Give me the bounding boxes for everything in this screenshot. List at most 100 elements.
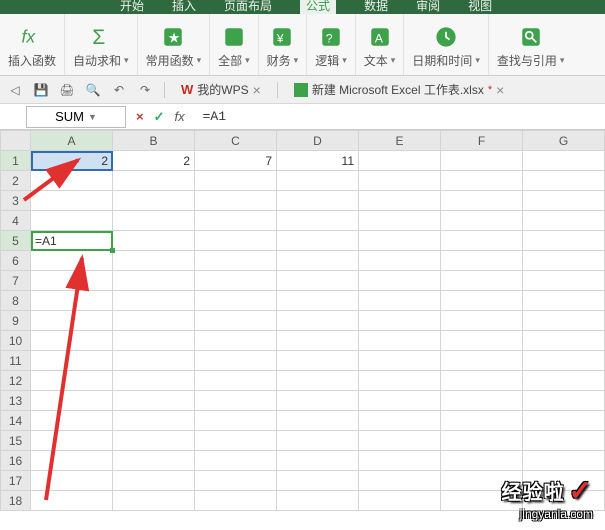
redo-icon[interactable]: ↷ <box>136 81 154 99</box>
row-header[interactable]: 14 <box>1 411 31 431</box>
cell-F14[interactable] <box>441 411 523 431</box>
cell-D12[interactable] <box>277 371 359 391</box>
cell-G5[interactable] <box>523 231 605 251</box>
cell-B17[interactable] <box>113 471 195 491</box>
cell-G2[interactable] <box>523 171 605 191</box>
cell-B14[interactable] <box>113 411 195 431</box>
row-header[interactable]: 3 <box>1 191 31 211</box>
cell-A9[interactable] <box>31 311 113 331</box>
cell-A10[interactable] <box>31 331 113 351</box>
cell-E16[interactable] <box>359 451 441 471</box>
cell-C13[interactable] <box>195 391 277 411</box>
cell-E17[interactable] <box>359 471 441 491</box>
fx-button[interactable]: fx <box>175 109 185 124</box>
cancel-formula-button[interactable]: × <box>136 109 144 124</box>
cell-D16[interactable] <box>277 451 359 471</box>
cell-G8[interactable] <box>523 291 605 311</box>
cell-D11[interactable] <box>277 351 359 371</box>
cell-D13[interactable] <box>277 391 359 411</box>
row-header[interactable]: 6 <box>1 251 31 271</box>
datetime-button[interactable]: 日期和时间 <box>404 14 489 75</box>
cell-B9[interactable] <box>113 311 195 331</box>
cell-A11[interactable] <box>31 351 113 371</box>
name-box[interactable]: SUM ▼ <box>26 106 126 128</box>
cell-D1[interactable]: 11 <box>277 151 359 171</box>
tab-data[interactable]: 数据 <box>364 0 388 14</box>
cell-A12[interactable] <box>31 371 113 391</box>
tab-start[interactable]: 开始 <box>120 0 144 14</box>
cell-A5[interactable]: =A1 <box>31 231 113 251</box>
logical-button[interactable]: ? 逻辑 <box>307 14 356 75</box>
cell-C9[interactable] <box>195 311 277 331</box>
column-header[interactable]: E <box>359 131 441 151</box>
tab-view[interactable]: 视图 <box>468 0 492 14</box>
column-header[interactable]: F <box>441 131 523 151</box>
cell-F12[interactable] <box>441 371 523 391</box>
cell-F13[interactable] <box>441 391 523 411</box>
cell-C4[interactable] <box>195 211 277 231</box>
row-header[interactable]: 2 <box>1 171 31 191</box>
cell-F10[interactable] <box>441 331 523 351</box>
autosum-button[interactable]: Σ 自动求和 <box>65 14 138 75</box>
row-header[interactable]: 5 <box>1 231 31 251</box>
cell-E8[interactable] <box>359 291 441 311</box>
cell-D5[interactable] <box>277 231 359 251</box>
cell-D9[interactable] <box>277 311 359 331</box>
cell-E3[interactable] <box>359 191 441 211</box>
cell-E6[interactable] <box>359 251 441 271</box>
row-header[interactable]: 9 <box>1 311 31 331</box>
cell-D18[interactable] <box>277 491 359 511</box>
cell-E18[interactable] <box>359 491 441 511</box>
cell-B2[interactable] <box>113 171 195 191</box>
cell-D8[interactable] <box>277 291 359 311</box>
cell-B16[interactable] <box>113 451 195 471</box>
cell-F5[interactable] <box>441 231 523 251</box>
cell-E5[interactable] <box>359 231 441 251</box>
cell-A13[interactable] <box>31 391 113 411</box>
cell-F2[interactable] <box>441 171 523 191</box>
cell-A15[interactable] <box>31 431 113 451</box>
row-header[interactable]: 13 <box>1 391 31 411</box>
cell-C2[interactable] <box>195 171 277 191</box>
cell-E1[interactable] <box>359 151 441 171</box>
cell-B18[interactable] <box>113 491 195 511</box>
cell-C15[interactable] <box>195 431 277 451</box>
tab-my-wps[interactable]: W 我的WPS × <box>175 79 267 100</box>
cell-B8[interactable] <box>113 291 195 311</box>
cell-C3[interactable] <box>195 191 277 211</box>
formula-input[interactable]: =A1 <box>195 109 605 124</box>
row-header[interactable]: 15 <box>1 431 31 451</box>
tab-formula[interactable]: 公式 <box>300 0 336 14</box>
cell-C1[interactable]: 7 <box>195 151 277 171</box>
cell-B5[interactable] <box>113 231 195 251</box>
cell-A18[interactable] <box>31 491 113 511</box>
cell-D10[interactable] <box>277 331 359 351</box>
tab-insert[interactable]: 插入 <box>172 0 196 14</box>
cell-C18[interactable] <box>195 491 277 511</box>
cell-A17[interactable] <box>31 471 113 491</box>
cell-C12[interactable] <box>195 371 277 391</box>
cell-E13[interactable] <box>359 391 441 411</box>
all-functions-button[interactable]: 全部 <box>210 14 259 75</box>
cell-A14[interactable] <box>31 411 113 431</box>
accept-formula-button[interactable]: ✓ <box>154 109 165 125</box>
cell-G6[interactable] <box>523 251 605 271</box>
cell-D2[interactable] <box>277 171 359 191</box>
cell-G1[interactable] <box>523 151 605 171</box>
row-header[interactable]: 7 <box>1 271 31 291</box>
cell-B4[interactable] <box>113 211 195 231</box>
cell-G4[interactable] <box>523 211 605 231</box>
back-icon[interactable]: ◁ <box>6 81 24 99</box>
cell-F6[interactable] <box>441 251 523 271</box>
column-header[interactable]: C <box>195 131 277 151</box>
dropdown-icon[interactable]: ▼ <box>88 112 97 122</box>
cell-D3[interactable] <box>277 191 359 211</box>
cell-E9[interactable] <box>359 311 441 331</box>
cell-C8[interactable] <box>195 291 277 311</box>
cell-G9[interactable] <box>523 311 605 331</box>
insert-function-button[interactable]: fx 插入函数 <box>0 14 65 75</box>
cell-A3[interactable] <box>31 191 113 211</box>
tab-current-file[interactable]: 新建 Microsoft Excel 工作表.xlsx * × <box>288 79 511 100</box>
cell-E14[interactable] <box>359 411 441 431</box>
cell-G12[interactable] <box>523 371 605 391</box>
